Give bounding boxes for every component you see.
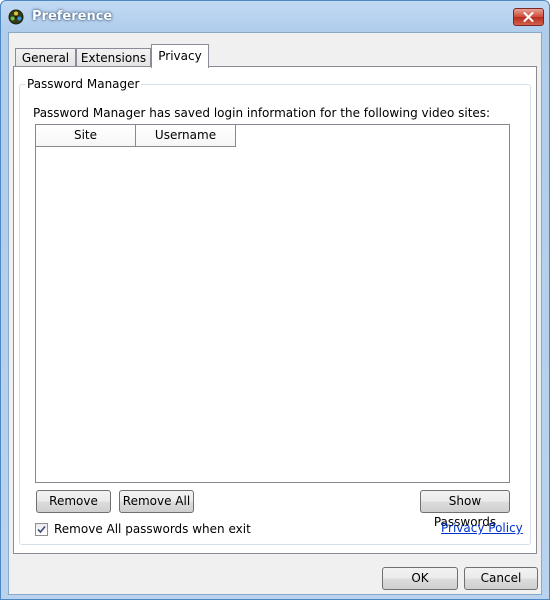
title-bar[interactable]: Preference [1,1,549,32]
password-manager-group: Password Manager Password Manager has sa… [19,77,531,545]
remove-on-exit-label: Remove All passwords when exit [54,522,251,536]
saved-logins-list[interactable]: Site Username [35,124,510,483]
film-reel-icon [8,9,24,25]
cancel-button[interactable]: Cancel [464,567,538,590]
close-button[interactable] [513,8,544,26]
tab-general[interactable]: General [15,48,76,67]
list-header: Site Username [36,125,509,148]
ok-button[interactable]: OK [382,567,458,590]
preference-window: Preference General Extensions Privacy Pa… [0,0,550,600]
privacy-tab-panel: Password Manager Password Manager has sa… [13,66,537,554]
description-text: Password Manager has saved login informa… [33,106,491,120]
window-title: Preference [32,9,113,24]
column-header-username[interactable]: Username [136,125,236,147]
remove-all-button[interactable]: Remove All [119,490,194,513]
checkmark-icon [37,525,46,533]
show-passwords-button[interactable]: Show Passwords [420,490,510,529]
privacy-policy-link[interactable]: Privacy Policy [441,521,523,535]
remove-button[interactable]: Remove [36,490,111,513]
column-header-site[interactable]: Site [36,125,136,147]
remove-on-exit-option[interactable]: Remove All passwords when exit [35,521,251,537]
close-icon [523,12,534,22]
dialog-body: General Extensions Privacy Password Mana… [8,32,542,595]
remove-on-exit-checkbox[interactable] [35,522,48,536]
tab-privacy[interactable]: Privacy [151,44,209,68]
group-title: Password Manager [25,77,142,91]
tab-extensions[interactable]: Extensions [76,48,151,67]
